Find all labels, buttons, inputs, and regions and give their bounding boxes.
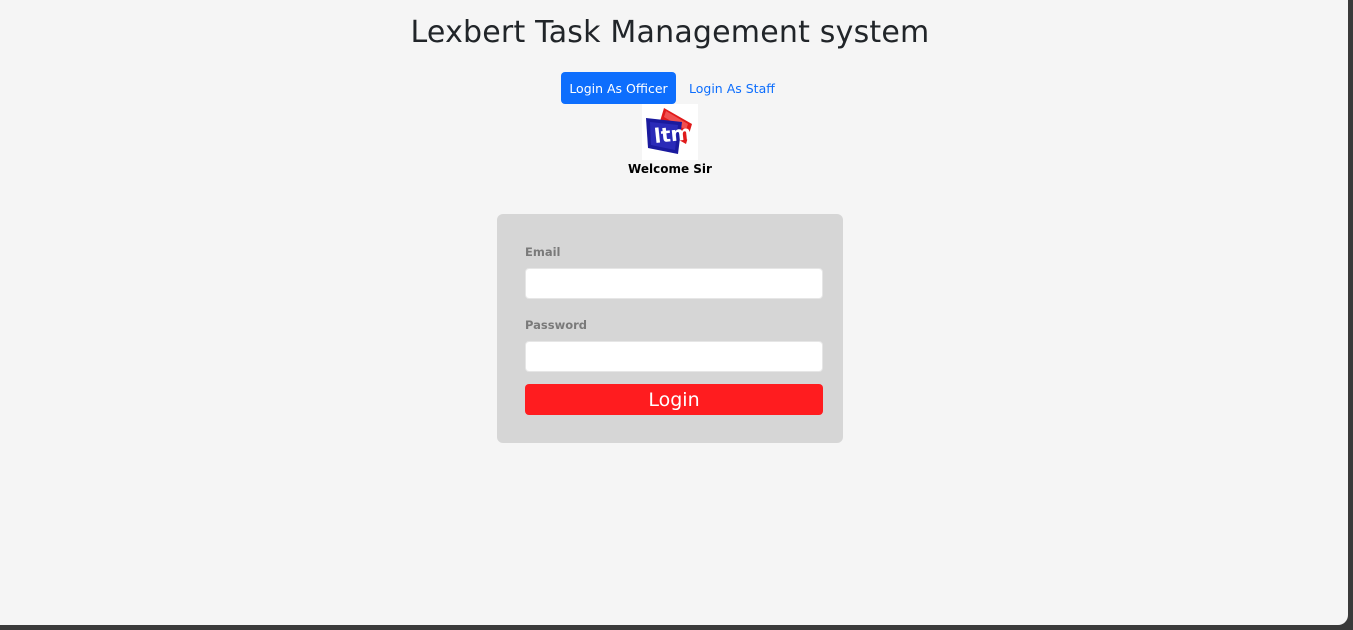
ltm-logo-icon: ltm	[642, 104, 698, 160]
welcome-message: Welcome Sir	[628, 162, 712, 176]
login-role-switcher: Login As Officer Login As Staff	[561, 72, 775, 104]
login-button[interactable]: Login	[525, 384, 823, 415]
svg-text:ltm: ltm	[653, 120, 693, 148]
login-as-officer-button[interactable]: Login As Officer	[561, 72, 676, 104]
login-form: Email Password Login	[497, 214, 843, 443]
password-field[interactable]	[525, 341, 823, 372]
email-field[interactable]	[525, 268, 823, 299]
password-label: Password	[525, 318, 587, 332]
page-title: Lexbert Task Management system	[410, 15, 930, 50]
app-window: Lexbert Task Management system Login As …	[0, 0, 1348, 625]
email-label: Email	[525, 245, 561, 259]
login-as-staff-link[interactable]: Login As Staff	[689, 81, 775, 96]
